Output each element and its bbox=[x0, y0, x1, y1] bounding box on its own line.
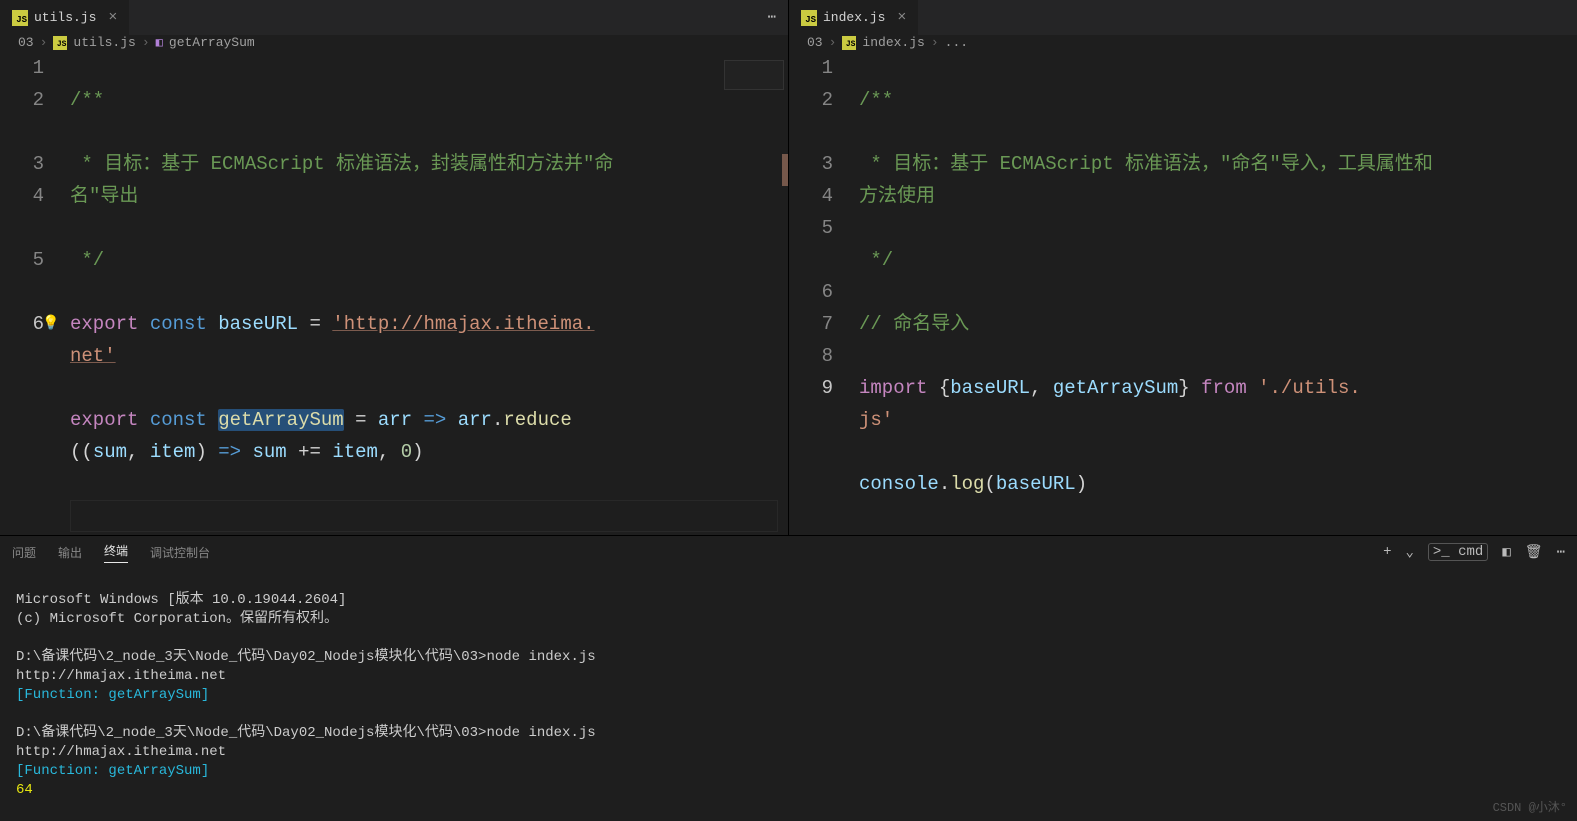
panel-tab-terminal[interactable]: 终端 bbox=[104, 542, 128, 563]
close-icon[interactable]: × bbox=[897, 9, 906, 26]
close-icon[interactable]: × bbox=[108, 9, 117, 26]
chevron-right-icon: › bbox=[40, 35, 48, 50]
terminal-line: [Function: getArraySum] bbox=[16, 763, 209, 779]
trash-icon[interactable]: 🗑 bbox=[1525, 544, 1543, 561]
panel-tabs: 问题 输出 终端 调试控制台 + ⌄ >_ cmd ◧ 🗑 ⋯ bbox=[0, 536, 1577, 568]
terminal-line: http://hmajax.itheima.net bbox=[16, 744, 226, 760]
panel-tab-output[interactable]: 输出 bbox=[58, 544, 82, 561]
breadcrumb-folder: 03 bbox=[807, 35, 823, 50]
terminal-line: [Function: getArraySum] bbox=[16, 687, 209, 703]
breadcrumb-left[interactable]: 03 › JS utils.js › ◧ getArraySum bbox=[0, 35, 788, 50]
new-terminal-icon[interactable]: + bbox=[1383, 544, 1391, 560]
chevron-right-icon: › bbox=[142, 35, 150, 50]
code-content[interactable]: /** * 目标：基于 ECMAScript 标准语法，封装属性和方法并"命名"… bbox=[70, 52, 788, 535]
breadcrumb-file: index.js bbox=[862, 35, 924, 50]
js-file-icon: JS bbox=[842, 36, 856, 50]
terminal-output[interactable]: Microsoft Windows [版本 10.0.19044.2604] (… bbox=[0, 568, 1577, 821]
watermark: CSDN @小沐° bbox=[1493, 798, 1567, 815]
more-actions-icon[interactable]: ⋯ bbox=[756, 9, 788, 26]
terminal-line: 64 bbox=[16, 782, 33, 798]
shell-selector[interactable]: >_ cmd bbox=[1428, 543, 1488, 561]
editor-pane-left: JS utils.js × ⋯ 03 › JS utils.js › ◧ get… bbox=[0, 0, 789, 535]
symbol-function-icon: ◧ bbox=[156, 35, 163, 50]
code-editor-left[interactable]: 1 2 3 4 5 6 /** * 目标：基于 ECMAScript 标准语法，… bbox=[0, 50, 788, 535]
editor-pane-right: JS index.js × 03 › JS index.js › ... 1 2… bbox=[789, 0, 1577, 535]
terminal-prompt: D:\备课代码\2_node_3天\Node_代码\Day02_Nodejs模块… bbox=[16, 725, 596, 741]
terminal-line: Microsoft Windows [版本 10.0.19044.2604] bbox=[16, 592, 346, 608]
breadcrumb-symbol: getArraySum bbox=[169, 35, 255, 50]
tab-bar-left: JS utils.js × ⋯ bbox=[0, 0, 788, 35]
split-terminal-icon[interactable]: ◧ bbox=[1502, 544, 1510, 561]
js-file-icon: JS bbox=[53, 36, 67, 50]
panel-actions: + ⌄ >_ cmd ◧ 🗑 ⋯ bbox=[1383, 543, 1565, 561]
chevron-right-icon: › bbox=[829, 35, 837, 50]
js-file-icon: JS bbox=[801, 10, 817, 26]
panel-tab-debug[interactable]: 调试控制台 bbox=[150, 544, 210, 561]
breadcrumb-file: utils.js bbox=[73, 35, 135, 50]
terminal-prompt: D:\备课代码\2_node_3天\Node_代码\Day02_Nodejs模块… bbox=[16, 649, 596, 665]
line-gutter: 1 2 3 4 5 6 7 8 9 bbox=[789, 52, 859, 535]
code-editor-right[interactable]: 1 2 3 4 5 6 7 8 9 /** * 目标：基于 ECMAScript… bbox=[789, 50, 1577, 535]
tab-bar-right: JS index.js × bbox=[789, 0, 1577, 35]
js-file-icon: JS bbox=[12, 10, 28, 26]
line-gutter: 1 2 3 4 5 6 bbox=[0, 52, 70, 535]
panel-tab-problems[interactable]: 问题 bbox=[12, 544, 36, 561]
bottom-panel: 问题 输出 终端 调试控制台 + ⌄ >_ cmd ◧ 🗑 ⋯ Microsof… bbox=[0, 535, 1577, 821]
tab-utils-js[interactable]: JS utils.js × bbox=[0, 0, 129, 35]
current-line-highlight bbox=[70, 500, 778, 532]
terminal-line: http://hmajax.itheima.net bbox=[16, 668, 226, 684]
more-icon[interactable]: ⋯ bbox=[1557, 544, 1565, 561]
terminal-line: (c) Microsoft Corporation。保留所有权利。 bbox=[16, 611, 338, 627]
lightbulb-icon[interactable]: 💡 bbox=[42, 308, 59, 340]
code-content[interactable]: /** * 目标：基于 ECMAScript 标准语法，"命名"导入，工具属性和… bbox=[859, 52, 1577, 535]
breadcrumb-right[interactable]: 03 › JS index.js › ... bbox=[789, 35, 1577, 50]
tab-index-js[interactable]: JS index.js × bbox=[789, 0, 918, 35]
chevron-down-icon[interactable]: ⌄ bbox=[1405, 544, 1413, 561]
breadcrumb-more: ... bbox=[945, 35, 968, 50]
chevron-right-icon: › bbox=[931, 35, 939, 50]
breadcrumb-folder: 03 bbox=[18, 35, 34, 50]
tab-label: utils.js bbox=[34, 10, 96, 25]
tab-label: index.js bbox=[823, 10, 885, 25]
